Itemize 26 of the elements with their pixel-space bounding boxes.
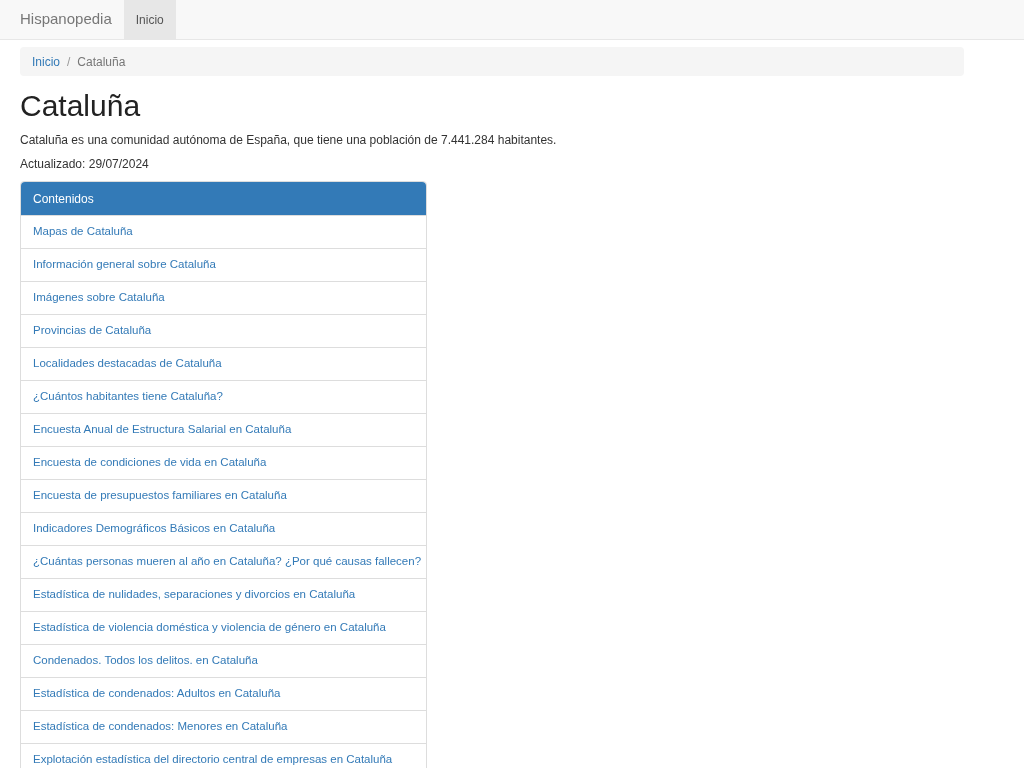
- contents-link[interactable]: Estadística de nulidades, separaciones y divorcios en Cataluña: [21, 578, 426, 611]
- breadcrumb-current: Cataluña: [77, 53, 126, 70]
- contents-link[interactable]: Condenados. Todos los delitos. en Cataluña: [21, 644, 426, 677]
- contents-link[interactable]: Indicadores Demográficos Básicos en Cataluña: [21, 512, 426, 545]
- contents-link[interactable]: Localidades destacadas de Cataluña: [21, 347, 426, 380]
- contents-link[interactable]: Estadística de condenados: Menores en Cataluña: [21, 710, 426, 743]
- contents-link[interactable]: Mapas de Cataluña: [21, 215, 426, 248]
- contents-link[interactable]: Estadística de violencia doméstica y violencia de género en Cataluña: [21, 611, 426, 644]
- contents-link[interactable]: Información general sobre Cataluña: [21, 248, 426, 281]
- contents-link[interactable]: Estadística de condenados: Adultos en Cataluña: [21, 677, 426, 710]
- contents-link[interactable]: ¿Cuántos habitantes tiene Cataluña?: [21, 380, 426, 413]
- contents-link[interactable]: Explotación estadística del directorio central de empresas en Cataluña: [21, 743, 426, 768]
- panel-heading: Contenidos: [21, 182, 426, 215]
- updated-date: Actualizado: 29/07/2024: [20, 156, 150, 172]
- contents-link[interactable]: Encuesta Anual de Estructura Salarial en Cataluña: [21, 413, 426, 446]
- nav-link[interactable]: Inicio: [123, 0, 176, 39]
- contents-link[interactable]: ¿Cuántas personas mueren al año en Cataluña? ¿Por qué causas fallecen?: [21, 545, 426, 578]
- contents-link[interactable]: Encuesta de condiciones de vida en Cataluña: [21, 446, 426, 479]
- breadcrumb-separator: /: [67, 53, 71, 70]
- contents-link[interactable]: Provincias de Cataluña: [21, 314, 426, 347]
- contents-link[interactable]: Imágenes sobre Cataluña: [21, 281, 426, 314]
- page-title: Cataluña: [20, 91, 142, 121]
- breadcrumb-link[interactable]: Inicio: [32, 53, 60, 70]
- site-brand[interactable]: Hispanopedia: [20, 0, 124, 39]
- contents-link[interactable]: Encuesta de presupuestos familiares en Cataluña: [21, 479, 426, 512]
- intro-text: Cataluña es una comunidad autónoma de España, que tiene una población de 7.441.284 habitantes.: [20, 132, 558, 148]
